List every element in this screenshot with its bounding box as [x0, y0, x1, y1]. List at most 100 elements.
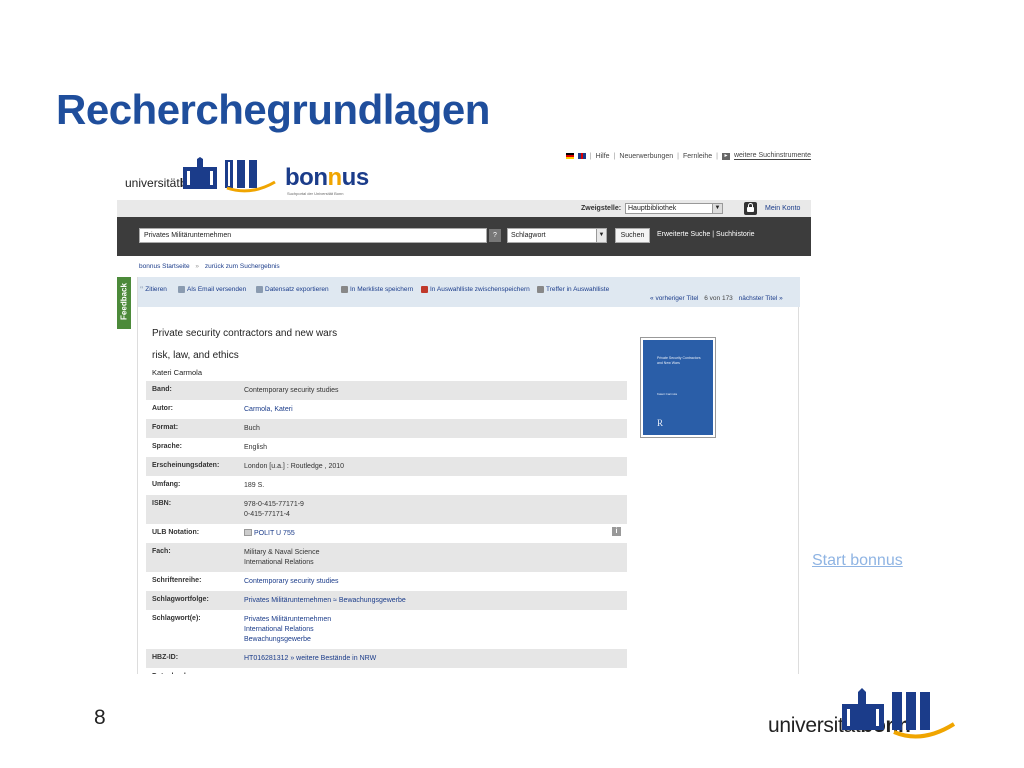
record-field-row: HBZ-ID: HT016281312 » weitere Bestände in…: [146, 649, 627, 668]
record-field-value: London [u.a.] : Routledge , 2010: [244, 457, 627, 476]
record-field-value: 978-0-415-77171-9 0-415-77171-4: [244, 495, 627, 524]
record-field-link[interactable]: POLIT U 755: [254, 530, 295, 537]
record-field-label: Sprache:: [152, 443, 182, 450]
record-title: Private security contractors and new war…: [152, 328, 338, 339]
record-field-value: Contemporary security studies: [244, 572, 627, 591]
record-field-label: Format:: [152, 424, 179, 431]
record-field-value: Carmola, Kateri: [244, 400, 627, 419]
next-title-link[interactable]: nächster Titel: [739, 295, 778, 302]
english-flag-icon[interactable]: [577, 153, 586, 159]
record-field-label: HBZ-ID:: [152, 654, 179, 661]
record-field-row: Schriftenreihe: Contemporary security stu…: [146, 572, 627, 591]
record-field-label: ULB Notation:: [152, 529, 200, 536]
lock-icon[interactable]: [744, 202, 757, 215]
record-field-value: 189 S.: [244, 476, 627, 495]
search-history-link[interactable]: Suchhistorie: [716, 231, 755, 238]
chevron-down-icon[interactable]: ▼: [712, 204, 722, 213]
german-flag-icon[interactable]: [565, 153, 574, 159]
cover-title: Private Security Contractors and New War…: [657, 356, 701, 365]
record-field-label: Erscheinungsdaten:: [152, 462, 220, 469]
routledge-logo-icon: R: [657, 418, 664, 428]
record-field-label: Schlagwort(e):: [152, 615, 201, 622]
search-input[interactable]: Privates Militärunternehmen: [139, 228, 487, 243]
record-field-link[interactable]: Carmola, Kateri: [244, 405, 627, 415]
record-field-link[interactable]: HT016281312 » weitere Bestände in NRW: [244, 654, 627, 664]
branch-select[interactable]: Hauptbibliothek ▼: [625, 203, 723, 214]
record-field-row: Autor: Carmola, Kateri: [146, 400, 627, 419]
record-field-value: Buch: [244, 419, 627, 438]
info-icon[interactable]: i: [612, 527, 621, 536]
arrow-right-icon: ▸: [721, 152, 730, 160]
record-field-text: 189 S.: [244, 482, 265, 489]
watchlist-button[interactable]: In Merkliste speichern: [341, 286, 413, 293]
my-account-link[interactable]: Mein Konto: [765, 205, 800, 212]
record-field-label: Autor:: [152, 405, 173, 412]
email-icon: [178, 286, 185, 293]
shelf-icon: [244, 529, 252, 536]
branch-bar: Zweigstelle: Hauptbibliothek ▼ Mein Kont…: [117, 200, 811, 217]
record-field-row: Band: Contemporary security studies: [146, 381, 627, 400]
record-field-text: 978-0-415-77171-9: [244, 501, 304, 508]
top-links: | Hilfe | Neuerwerbungen | Fernleihe | ▸…: [565, 152, 811, 160]
cite-button[interactable]: ‟ Zitieren: [140, 286, 167, 293]
record-field-row: Datenbank:Katalog der ULB Bonn: [146, 668, 627, 674]
search-field-select[interactable]: Schlagwort ▼: [507, 228, 607, 243]
record-field-link[interactable]: Privates Militärunternehmen: [244, 615, 627, 625]
record-field-label: ISBN:: [152, 500, 172, 507]
hits-button[interactable]: Treffer in Auswahlliste: [537, 286, 609, 293]
search-button[interactable]: Suchen: [615, 228, 650, 243]
search-help-button[interactable]: ?: [489, 229, 501, 242]
record-field-row: Umfang: 189 S.: [146, 476, 627, 495]
record-field-text: Buch: [244, 425, 260, 432]
search-extra-links: Erweiterte Suche | Suchhistorie: [657, 231, 755, 238]
university-emblem-icon: [842, 688, 956, 739]
record-field-label: Band:: [152, 386, 172, 393]
selection-button[interactable]: In Auswahlliste zwischenspeichern: [421, 286, 530, 293]
email-button[interactable]: Als Email versenden: [178, 286, 246, 293]
record-field-link[interactable]: Privates Militärunternehmen ≈ Bewachungs…: [244, 596, 627, 606]
export-icon: [256, 286, 263, 293]
record-field-row: Erscheinungsdaten: London [u.a.] : Routle…: [146, 457, 627, 476]
back-to-results-link[interactable]: zurück zum Suchergebnis: [205, 263, 280, 270]
selection-icon: [421, 286, 428, 293]
help-link[interactable]: Hilfe: [596, 153, 610, 160]
previous-title-link[interactable]: vorheriger Titel: [655, 295, 698, 302]
header-logos[interactable]: universitätbonn bonnus Suchportal der Un…: [125, 156, 369, 196]
record-field-link[interactable]: International Relations: [244, 625, 627, 635]
list-icon: [537, 286, 544, 293]
record-field-label: Umfang:: [152, 481, 181, 488]
record-panel: ‟ Zitieren Als Email versenden Datensatz …: [137, 277, 800, 674]
record-field-text: 0-415-77171-4: [244, 511, 290, 518]
breadcrumb-home-link[interactable]: bonnus Startseite: [139, 263, 190, 270]
bonnus-screenshot: | Hilfe | Neuerwerbungen | Fernleihe | ▸…: [117, 146, 811, 674]
record-field-value: Military & Naval Science International Re…: [244, 543, 627, 572]
pager-count: 6 von 173: [704, 295, 733, 302]
record-field-value: Contemporary security studies: [244, 381, 627, 400]
new-acquisitions-link[interactable]: Neuerwerbungen: [619, 153, 673, 160]
book-cover-image[interactable]: Private Security Contractors and New War…: [640, 337, 716, 438]
search-bar: Privates Militärunternehmen ? Schlagwort…: [117, 217, 811, 256]
record-field-label: Fach:: [152, 548, 171, 555]
cover-author: Kateri Carmola: [657, 392, 678, 396]
record-field-link[interactable]: Bewachungsgewerbe: [244, 635, 627, 645]
start-bonnus-link[interactable]: Start bonnus: [812, 552, 903, 570]
record-field-text: English: [244, 444, 267, 451]
remote-loan-link[interactable]: Fernleihe: [683, 153, 712, 160]
record-field-link[interactable]: Contemporary security studies: [244, 577, 627, 587]
advanced-search-link[interactable]: Erweiterte Suche: [657, 231, 710, 238]
chevron-down-icon[interactable]: ▼: [596, 229, 606, 242]
record-field-row: Fach: Military & Naval Science Internation…: [146, 543, 627, 572]
bonnus-logo: bonnus: [285, 164, 369, 191]
uni-bonn-emblem-icon: [183, 157, 217, 189]
record-field-row: Format: Buch: [146, 419, 627, 438]
record-field-value: Privates Militärunternehmen International…: [244, 610, 627, 649]
feedback-tab[interactable]: Feedback: [117, 277, 131, 329]
record-field-row: Schlagwortfolge: Privates Militärunterneh…: [146, 591, 627, 610]
record-field-row: ULB Notation: POLIT U 755 i: [146, 524, 627, 543]
record-subtitle: risk, law, and ethics: [152, 350, 239, 361]
record-field-text: Military & Naval Science: [244, 549, 320, 556]
record-field-label: Schriftenreihe:: [152, 577, 202, 584]
more-tools-link[interactable]: weitere Suchinstrumente: [733, 152, 811, 160]
export-button[interactable]: Datensatz exportieren: [256, 286, 329, 293]
slide-title: Recherchegrundlagen: [56, 86, 490, 133]
